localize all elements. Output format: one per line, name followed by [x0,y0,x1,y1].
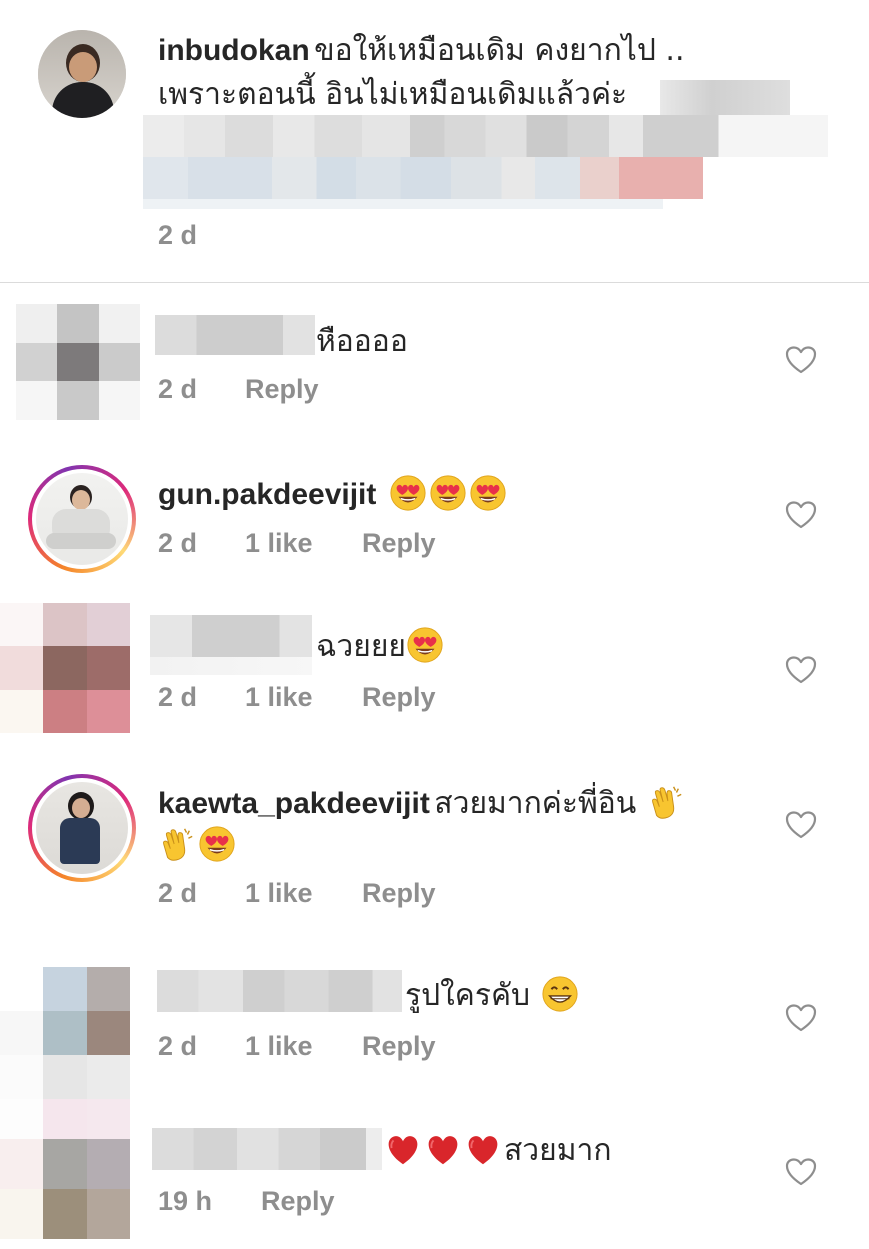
heart-outline-icon[interactable] [785,655,817,685]
avatar-story-ring[interactable] [28,774,136,882]
red-heart-emoji [464,1130,502,1168]
reply-button[interactable]: Reply [362,682,436,713]
like-count[interactable]: 1 like [245,1031,313,1062]
like-count[interactable]: 1 like [245,682,313,713]
caption-text-line2: เพราะตอนนี้ อินไม่เหมือนเดิมแล้วค่ะ [158,77,628,112]
comment-text: ฉวยยย [316,629,407,664]
clapping-hands-emoji [647,783,685,821]
clapping-hands-emoji [158,825,196,863]
reply-button[interactable]: Reply [362,528,436,559]
like-count[interactable]: 1 like [245,878,313,909]
heart-outline-icon[interactable] [785,1157,817,1187]
redacted-caption-block [143,199,663,209]
red-heart-emoji [424,1130,462,1168]
comment-timestamp: 2 d [158,374,198,404]
avatar[interactable] [0,603,130,733]
reply-button[interactable]: Reply [261,1186,335,1217]
heart-eyes-emoji [389,474,427,512]
heart-eyes-emoji [406,626,444,664]
redacted-username [155,315,315,355]
comment-text: สวยมากค่ะพี่อิน [434,786,637,821]
heart-eyes-emoji [198,825,236,863]
caption-username[interactable]: inbudokan [158,34,310,67]
redacted-username [152,1128,382,1170]
redacted-username [157,970,402,1012]
redacted-caption-block [143,157,703,199]
avatar[interactable] [0,1139,130,1239]
comment-text: หืออออ [316,324,408,359]
heart-outline-icon[interactable] [785,500,817,530]
comment-timestamp: 2 d [158,528,198,558]
comment-timestamp: 2 d [158,1031,198,1061]
heart-outline-icon[interactable] [785,345,817,375]
avatar[interactable] [16,304,140,420]
comment-timestamp: 2 d [158,878,198,908]
comment-username[interactable]: kaewta_pakdeevijit [158,787,430,820]
heart-outline-icon[interactable] [785,810,817,840]
reply-button[interactable]: Reply [362,1031,436,1062]
comment-text: สวยมาก [504,1133,612,1168]
like-count[interactable]: 1 like [245,528,313,559]
redacted-username [150,657,312,675]
redacted-caption-block [660,80,790,116]
red-heart-emoji [384,1130,422,1168]
caption-text-line1: ขอให้เหมือนเดิม คงยากไป .. [314,33,685,68]
comment-timestamp: 19 h [158,1186,213,1216]
comment-text: รูปใครคับ [405,978,531,1013]
avatar-story-ring[interactable] [28,465,136,573]
reply-button[interactable]: Reply [362,878,436,909]
divider [0,282,869,283]
grinning-emoji [541,975,579,1013]
caption-avatar[interactable] [38,30,126,118]
avatar [0,1099,130,1139]
comment-timestamp: 2 d [158,682,198,712]
heart-eyes-emoji [429,474,467,512]
avatar[interactable] [0,967,130,1099]
heart-eyes-emoji [469,474,507,512]
reply-button[interactable]: Reply [245,374,319,405]
comment-username[interactable]: gun.pakdeevijit [158,478,376,511]
heart-outline-icon[interactable] [785,1003,817,1033]
caption-timestamp: 2 d [158,220,198,250]
redacted-caption-block [143,115,828,157]
redacted-username [150,615,312,657]
